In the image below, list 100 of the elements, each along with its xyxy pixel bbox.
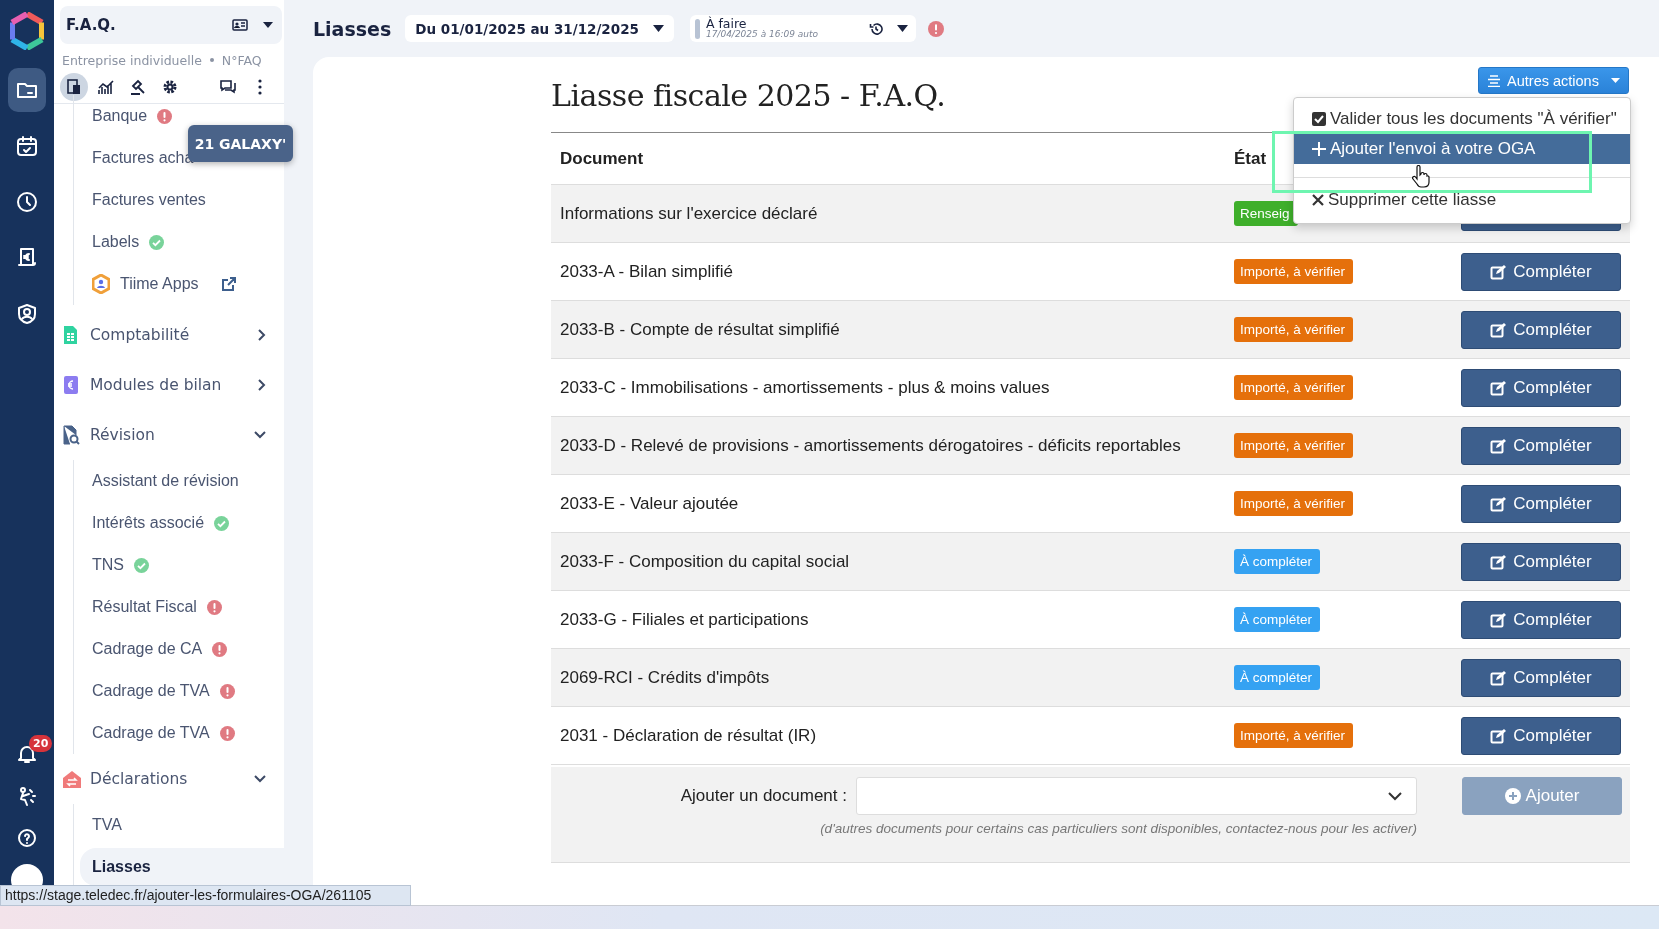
list-icon bbox=[1487, 74, 1502, 87]
company-selector[interactable]: F.A.Q. bbox=[60, 6, 282, 44]
edit-icon bbox=[1490, 611, 1507, 628]
external-link-icon bbox=[220, 276, 237, 292]
table-cell: 2069-RCI - Crédits d'impôts bbox=[551, 648, 1225, 707]
edit-icon bbox=[1490, 495, 1507, 512]
caret-icon bbox=[1610, 78, 1620, 83]
caret-icon bbox=[652, 25, 664, 32]
count-badge: 20 bbox=[29, 735, 53, 752]
contact-icon bbox=[15, 302, 39, 326]
caret-icon bbox=[896, 25, 908, 32]
complete-button[interactable]: Compléter bbox=[1461, 310, 1621, 349]
chevron-right-icon bbox=[258, 379, 266, 391]
company-type: Entreprise individuelle bbox=[62, 52, 202, 68]
complete-button[interactable]: Compléter bbox=[1461, 658, 1621, 697]
sidebar-item[interactable]: Cadrage de TVA bbox=[92, 670, 284, 712]
sidebar-item[interactable]: Cadrage de TVA bbox=[92, 712, 284, 754]
edit-icon bbox=[1490, 553, 1507, 570]
sidebar-item[interactable]: TNS bbox=[92, 544, 284, 586]
id-card-icon bbox=[232, 19, 248, 31]
company-number: N°FAQ bbox=[221, 52, 262, 68]
sidebar-section[interactable]: Modules de bilan bbox=[54, 360, 284, 410]
table-cell: 2033-B - Compte de résultat simplifié bbox=[551, 300, 1225, 359]
status-badge: Importé, à vérifier bbox=[1234, 317, 1354, 342]
sidebar-item[interactable]: Intérêts associé bbox=[92, 502, 284, 544]
status-badge: À compléter bbox=[1234, 607, 1321, 632]
edit-icon bbox=[1490, 321, 1507, 338]
table-cell: 2033-E - Valeur ajoutée bbox=[551, 474, 1225, 533]
chart-icon bbox=[97, 77, 115, 96]
sidebar-section[interactable]: Déclarations bbox=[54, 754, 284, 804]
status-badge: À compléter bbox=[1234, 665, 1321, 690]
sidebar-item[interactable]: TVA bbox=[92, 804, 284, 846]
sidebar-section[interactable]: Comptabilité bbox=[54, 310, 284, 360]
chevron-down-icon bbox=[254, 431, 266, 439]
house-icon bbox=[62, 769, 82, 789]
chevron-down-icon bbox=[254, 775, 266, 783]
help-icon[interactable] bbox=[15, 826, 39, 850]
sidebar-item[interactable]: Assistant de révision bbox=[92, 460, 284, 502]
edit-icon bbox=[1490, 669, 1507, 686]
app-logo-icon bbox=[92, 274, 110, 294]
url-tooltip: https://stage.teledec.fr/ajouter-les-formulaires-OGA/261105 bbox=[0, 885, 411, 906]
clock-icon bbox=[15, 190, 39, 214]
status-badge: Importé, à vérifier bbox=[1234, 375, 1354, 400]
logo-icon bbox=[10, 12, 44, 50]
period-selector[interactable]: Du 01/01/2025 au 31/12/2025 bbox=[405, 15, 674, 42]
history-icon bbox=[868, 21, 883, 36]
actions-button[interactable]: Autres actions bbox=[1478, 67, 1629, 94]
chevron-right-icon bbox=[258, 329, 266, 341]
status-badge: Importé, à vérifier bbox=[1234, 491, 1354, 516]
plus-circle-icon bbox=[1504, 788, 1521, 804]
tool-button[interactable] bbox=[60, 72, 88, 101]
status-badge: Renseig bbox=[1234, 201, 1298, 226]
table-cell: 2033-D - Relevé de provisions - amortissements dérogatoires - déficits reportables bbox=[551, 416, 1225, 475]
table-cell: 2033-G - Filiales et participations bbox=[551, 590, 1225, 649]
complete-button[interactable]: Compléter bbox=[1461, 716, 1621, 755]
checkbox-icon bbox=[1312, 112, 1326, 126]
gavel-icon bbox=[129, 77, 147, 96]
edit-icon bbox=[1490, 263, 1507, 280]
status-time: 17/04/2025 à 16:09 auto bbox=[705, 28, 820, 40]
field-label: Ajouter un document : bbox=[679, 785, 848, 806]
sidebar-item[interactable]: Liasses bbox=[80, 848, 284, 886]
status-selector[interactable]: À faire 17/04/2025 à 16:09 auto bbox=[689, 15, 916, 42]
sidebar-item[interactable]: Labels bbox=[92, 221, 284, 263]
sidebar-item[interactable]: Banque bbox=[92, 95, 284, 137]
status-indicator bbox=[694, 18, 700, 39]
menu-item[interactable]: Ajouter l'envoi à votre OGA bbox=[1294, 134, 1630, 164]
column-header: Document bbox=[551, 132, 1225, 185]
status-badge: Importé, à vérifier bbox=[1234, 259, 1354, 284]
edit-icon bbox=[1490, 727, 1507, 744]
document-search-icon bbox=[62, 425, 82, 445]
hint-text: (d'autres documents pour certains cas particuliers sont disponibles, contactez-nous pour les activer) bbox=[820, 820, 1417, 836]
status-badge: À compléter bbox=[1234, 549, 1321, 574]
complete-button[interactable]: Compléter bbox=[1461, 368, 1621, 407]
complete-button[interactable]: Compléter bbox=[1461, 252, 1621, 291]
sidebar-item[interactable]: Tiime Apps bbox=[92, 263, 284, 305]
edit-icon bbox=[1490, 437, 1507, 454]
sidebar-item[interactable]: Factures ventes bbox=[92, 179, 284, 221]
status-badge: Importé, à vérifier bbox=[1234, 433, 1354, 458]
table-cell: 2033-F - Composition du capital social bbox=[551, 532, 1225, 591]
calendar-icon bbox=[15, 134, 39, 158]
documents-icon bbox=[65, 77, 83, 96]
table-cell: 2031 - Déclaration de résultat (IR) bbox=[551, 706, 1225, 765]
status-text: À faire bbox=[705, 17, 747, 29]
complete-button[interactable]: Compléter bbox=[1461, 542, 1621, 581]
table-cell: 2033-C - Immobilisations - amortissements - plus & moins values bbox=[551, 358, 1225, 417]
menu-item[interactable]: Valider tous les documents "À vérifier" bbox=[1294, 104, 1630, 134]
table-cell: Informations sur l'exercice déclaré bbox=[551, 184, 1225, 243]
company-name: F.A.Q. bbox=[66, 16, 117, 34]
complete-button[interactable]: Compléter bbox=[1461, 426, 1621, 465]
hand-cursor-icon bbox=[1412, 165, 1430, 189]
complete-button[interactable]: Compléter bbox=[1461, 600, 1621, 639]
table-cell: 2033-A - Bilan simplifié bbox=[551, 242, 1225, 301]
plus-icon bbox=[1312, 142, 1326, 156]
sidebar-item[interactable]: Résultat Fiscal bbox=[92, 586, 284, 628]
edit-icon bbox=[1490, 379, 1507, 396]
complete-button[interactable]: Compléter bbox=[1461, 484, 1621, 523]
sidebar-section[interactable]: Révision bbox=[54, 410, 284, 460]
sidebar-item[interactable]: Cadrage de CA bbox=[92, 628, 284, 670]
chat-icon bbox=[219, 77, 237, 96]
nav-button[interactable] bbox=[8, 68, 46, 112]
